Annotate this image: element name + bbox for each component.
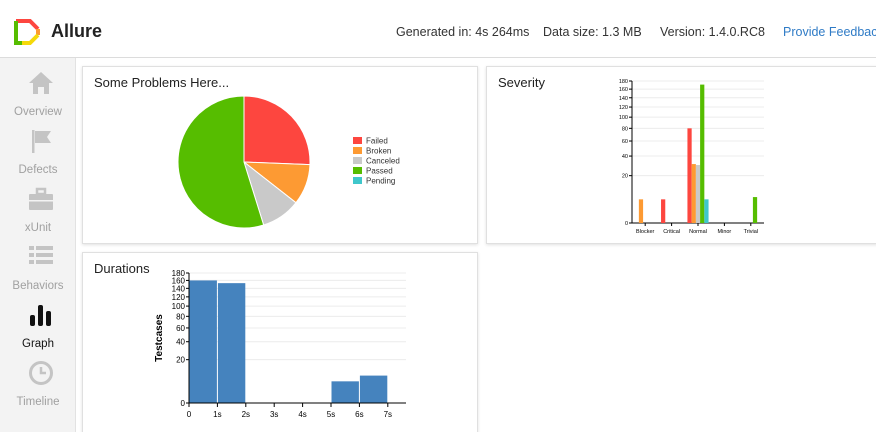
severity-xtick-label: Minor: [718, 229, 732, 235]
severity-xtick-label: Normal: [689, 229, 707, 235]
severity-xtick-label: Blocker: [636, 229, 655, 235]
durations-ytick-label: 20: [176, 356, 185, 365]
severity-ytick-label: 20: [622, 174, 628, 180]
home-icon: [29, 72, 53, 94]
severity-ytick-label: 100: [619, 115, 628, 121]
durations-ytick-label: 60: [176, 324, 185, 333]
severity-bar-chart: 0 20 40 60 80 100 120 140 160 180 Blocker Critical N…: [619, 79, 764, 235]
durations-ytick-label: 80: [176, 312, 185, 321]
status-panel: Some Problems Here... Failed Broken Cancel…: [82, 66, 478, 244]
durations-histogram: 0204060801001201401601800 1s 2s 3s 4s 5s 6s 7sT…: [154, 269, 406, 419]
app-title: Allure: [51, 21, 103, 41]
severity-bar-trivial-passed: [752, 197, 758, 223]
legend-label-canceled: Canceled: [366, 157, 400, 166]
provide-feedback-link[interactable]: Provide Feedback: [783, 25, 876, 39]
severity-ytick-label: 0: [625, 221, 628, 227]
durations-bar-5-6: [331, 381, 359, 403]
severity-ytick-label: 140: [619, 96, 628, 102]
durations-xtick-label: 3s: [270, 410, 278, 419]
severity-ytick-label: 80: [622, 126, 628, 132]
sidebar-item-overview[interactable]: Overview: [0, 66, 76, 122]
durations-xtick-label: 0: [187, 410, 192, 419]
severity-bar-blocker-broken: [638, 199, 644, 223]
severity-ytick-label: 120: [619, 105, 628, 111]
sidebar-item-graph[interactable]: Graph: [0, 298, 76, 354]
durations-ytick-label: 140: [172, 284, 186, 293]
severity-bar-critical-failed: [661, 199, 666, 223]
durations-xtick-label: 2s: [242, 410, 250, 419]
legend-label-broken: Broken: [366, 147, 391, 156]
sidebar-item-label: xUnit: [24, 222, 52, 234]
generated-time: Generated in: 4s 264ms: [396, 25, 530, 39]
status-pie-chart: FailedBrokenCanceledPassedPending: [177, 95, 400, 229]
legend-swatch-canceled: [353, 157, 362, 164]
severity-ytick-label: 60: [622, 139, 628, 145]
severity-bar-normal-failed: [687, 128, 692, 223]
durations-xtick-label: 5s: [327, 410, 335, 419]
version: Version: 1.4.0.RC8: [660, 25, 765, 39]
sidebar-item-label: Defects: [18, 164, 58, 176]
bar-chart-icon: [30, 305, 51, 326]
sidebar-item-defects[interactable]: Defects: [0, 124, 76, 180]
durations-ytick-label: 120: [172, 293, 186, 302]
legend-swatch-failed: [353, 137, 362, 144]
durations-ytick-label: 180: [172, 269, 186, 278]
top-header: Allure Generated in: 4s 264ms Data size:…: [0, 0, 876, 58]
durations-xtick-label: 4s: [298, 410, 306, 419]
durations-panel: Durations 0 20 40 60 80 100 120 140 160 180 0 1s 2s 3…: [82, 252, 478, 432]
legend-label-failed: Failed: [366, 137, 388, 146]
pie-slice-failed: [243, 95, 311, 166]
sidebar-item-label: Overview: [14, 106, 62, 118]
severity-xtick-label: Trivial: [744, 229, 758, 235]
flag-icon: [32, 130, 51, 153]
sidebar-item-xunit[interactable]: xUnit: [0, 182, 76, 238]
durations-bar-6-7: [359, 375, 388, 403]
severity-xtick-label: Critical: [663, 229, 680, 235]
sidebar-nav: Overview Defects xUnit Behaviors Graph T…: [0, 58, 76, 432]
durations-xtick-label: 1s: [213, 410, 221, 419]
durations-xtick-label: 6s: [355, 410, 363, 419]
sidebar-item-timeline[interactable]: Timeline: [0, 356, 76, 412]
legend-label-pending: Pending: [366, 177, 395, 186]
severity-bar-normal-pending: [704, 199, 709, 223]
clock-icon: [29, 361, 53, 385]
briefcase-icon: [29, 187, 53, 210]
sidebar-item-behaviors[interactable]: Behaviors: [0, 240, 76, 296]
list-icon: [29, 246, 53, 264]
severity-bar-normal-passed: [700, 84, 705, 223]
severity-bar-normal-broken: [691, 164, 696, 223]
severity-ytick-label: 40: [622, 154, 628, 160]
durations-ytick-label: 100: [172, 302, 186, 311]
durations-bar-1-2: [217, 283, 246, 403]
durations-bar-0-1: [189, 280, 217, 403]
durations-ytick-label: 40: [176, 338, 185, 347]
severity-ytick-label: 160: [619, 87, 628, 93]
durations-ylabel: Testcases: [154, 314, 165, 362]
legend-swatch-pending: [353, 177, 362, 184]
severity-ytick-label: 180: [619, 79, 628, 85]
legend-swatch-passed: [353, 167, 362, 174]
severity-panel: Severity 0 20 40 60 80 100 120 140 160 180 Blocker…: [486, 66, 876, 244]
sidebar-item-label: Timeline: [16, 396, 60, 408]
severity-bar-normal-canceled: [695, 165, 701, 223]
legend-label-passed: Passed: [366, 167, 393, 176]
data-size: Data size: 1.3 MB: [543, 25, 642, 39]
sidebar-item-label: Graph: [22, 338, 54, 350]
durations-ytick-label: 0: [181, 399, 186, 408]
sidebar-item-label: Behaviors: [12, 280, 64, 292]
legend-swatch-broken: [353, 147, 362, 154]
allure-logo-icon[interactable]: [14, 19, 42, 45]
durations-xtick-label: 7s: [384, 410, 392, 419]
